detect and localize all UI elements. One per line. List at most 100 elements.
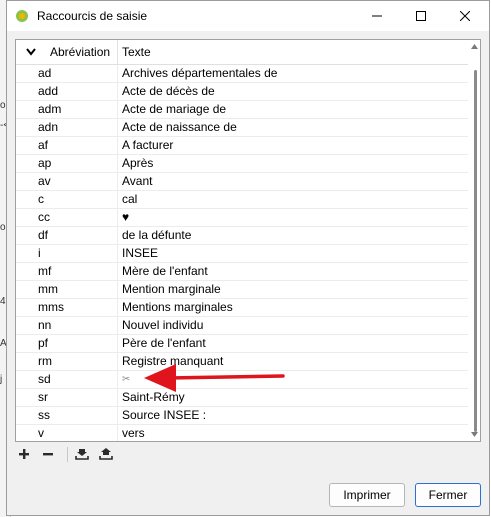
close-icon — [460, 11, 470, 21]
table-body: ad Archives départementales de add Acte de … — [16, 65, 468, 441]
cell-divider — [117, 173, 118, 190]
text-cell[interactable]: Source INSEE : — [122, 407, 462, 424]
close-window-button[interactable] — [443, 1, 487, 31]
text-cell[interactable]: Nouvel individu — [122, 317, 462, 334]
cell-divider — [117, 281, 118, 298]
abbreviation-cell[interactable]: ss — [38, 407, 116, 424]
text-cell[interactable]: Mentions marginales — [122, 299, 462, 316]
window-title: Raccourcis de saisie — [37, 9, 148, 23]
text-cell[interactable]: Registre manquant — [122, 353, 462, 370]
abbreviation-cell[interactable]: sr — [38, 389, 116, 406]
abbreviation-cell[interactable]: nn — [38, 317, 116, 334]
vertical-scrollbar[interactable] — [468, 40, 480, 441]
import-button[interactable] — [73, 445, 91, 463]
table-row[interactable]: nn Nouvel individu — [16, 317, 468, 335]
abbreviation-cell[interactable]: mf — [38, 263, 116, 280]
cell-divider — [117, 155, 118, 172]
text-cell[interactable]: ♥ — [122, 209, 462, 226]
scroll-up-arrow-icon[interactable] — [471, 44, 478, 49]
abbreviation-cell[interactable]: adm — [38, 101, 116, 118]
remove-shortcut-button[interactable] — [39, 445, 57, 463]
table-row[interactable]: rm Registre manquant — [16, 353, 468, 371]
abbreviation-cell[interactable]: adn — [38, 119, 116, 136]
abbreviation-cell[interactable]: sd — [38, 371, 116, 388]
close-button[interactable]: Fermer — [415, 483, 481, 507]
text-cell[interactable]: Acte de naissance de — [122, 119, 462, 136]
abbreviation-cell[interactable]: av — [38, 173, 116, 190]
text-cell[interactable]: Père de l'enfant — [122, 335, 462, 352]
abbreviation-cell[interactable]: rm — [38, 353, 116, 370]
table-row[interactable]: adn Acte de naissance de — [16, 119, 468, 137]
table-row[interactable]: av Avant — [16, 173, 468, 191]
column-header-abbreviation[interactable]: Abréviation — [50, 40, 110, 64]
text-cell[interactable]: Archives départementales de — [122, 65, 462, 82]
abbreviation-cell[interactable]: af — [38, 137, 116, 154]
cell-divider — [117, 263, 118, 280]
abbreviation-cell[interactable]: add — [38, 83, 116, 100]
sort-chevron-down-icon[interactable] — [26, 48, 36, 56]
download-tray-icon — [75, 449, 89, 460]
column-divider[interactable] — [117, 40, 118, 64]
table-row[interactable]: ss Source INSEE : — [16, 407, 468, 425]
text-cell[interactable]: Avant — [122, 173, 462, 190]
text-cell[interactable]: vers — [122, 425, 462, 441]
table-row[interactable]: v vers — [16, 425, 468, 441]
background-fragment: 4 — [0, 296, 6, 307]
table-row[interactable]: c cal — [16, 191, 468, 209]
abbreviation-cell[interactable]: ap — [38, 155, 116, 172]
dialog-footer: Imprimer Fermer — [7, 471, 489, 515]
table-row[interactable]: mms Mentions marginales — [16, 299, 468, 317]
abbreviation-cell[interactable]: i — [38, 245, 116, 262]
plus-icon — [19, 449, 29, 459]
table-row[interactable]: mm Mention marginale — [16, 281, 468, 299]
export-button[interactable] — [97, 445, 115, 463]
table-row[interactable]: df de la défunte — [16, 227, 468, 245]
column-header-text[interactable]: Texte — [122, 40, 151, 64]
table-row[interactable]: pf Père de l'enfant — [16, 335, 468, 353]
text-cell[interactable]: Acte de mariage de — [122, 101, 462, 118]
table-row[interactable]: i INSEE — [16, 245, 468, 263]
toolbar-separator — [67, 447, 68, 462]
scrollbar-thumb[interactable] — [474, 70, 477, 432]
minimize-button[interactable] — [355, 1, 399, 31]
table-row[interactable]: ad Archives départementales de — [16, 65, 468, 83]
scroll-down-arrow-icon[interactable] — [471, 432, 478, 437]
table-row[interactable]: mf Mère de l'enfant — [16, 263, 468, 281]
text-cell[interactable]: A facturer — [122, 137, 462, 154]
text-cell[interactable]: ✂ — [122, 371, 462, 388]
table-row[interactable]: add Acte de décès de — [16, 83, 468, 101]
text-cell[interactable]: Après — [122, 155, 462, 172]
abbreviation-cell[interactable]: df — [38, 227, 116, 244]
abbreviation-cell[interactable]: mms — [38, 299, 116, 316]
text-cell[interactable]: Saint-Rémy — [122, 389, 462, 406]
cell-divider — [117, 245, 118, 262]
maximize-button[interactable] — [399, 1, 443, 31]
table-row[interactable]: sd ✂ — [16, 371, 468, 389]
table-row[interactable]: sr Saint-Rémy — [16, 389, 468, 407]
app-icon — [16, 10, 28, 22]
table-header: Abréviation Texte — [16, 40, 468, 65]
abbreviation-cell[interactable]: v — [38, 425, 116, 441]
shortcuts-dialog: Raccourcis de saisie Abréviation Texte a… — [6, 0, 490, 516]
text-cell[interactable]: Mention marginale — [122, 281, 462, 298]
abbreviation-cell[interactable]: ad — [38, 65, 116, 82]
cell-divider — [117, 65, 118, 82]
abbreviation-cell[interactable]: cc — [38, 209, 116, 226]
text-cell[interactable]: de la défunte — [122, 227, 462, 244]
print-button[interactable]: Imprimer — [329, 483, 405, 507]
abbreviation-cell[interactable]: pf — [38, 335, 116, 352]
abbreviation-cell[interactable]: c — [38, 191, 116, 208]
text-cell[interactable]: Mère de l'enfant — [122, 263, 462, 280]
cell-divider — [117, 101, 118, 118]
table-row[interactable]: adm Acte de mariage de — [16, 101, 468, 119]
text-cell[interactable]: Acte de décès de — [122, 83, 462, 100]
abbreviation-cell[interactable]: mm — [38, 281, 116, 298]
text-cell[interactable]: cal — [122, 191, 462, 208]
cell-divider — [117, 317, 118, 334]
table-row[interactable]: ap Après — [16, 155, 468, 173]
text-cell[interactable]: INSEE — [122, 245, 462, 262]
table-row[interactable]: af A facturer — [16, 137, 468, 155]
maximize-icon — [416, 11, 426, 21]
add-shortcut-button[interactable] — [15, 445, 33, 463]
table-row[interactable]: cc ♥ — [16, 209, 468, 227]
